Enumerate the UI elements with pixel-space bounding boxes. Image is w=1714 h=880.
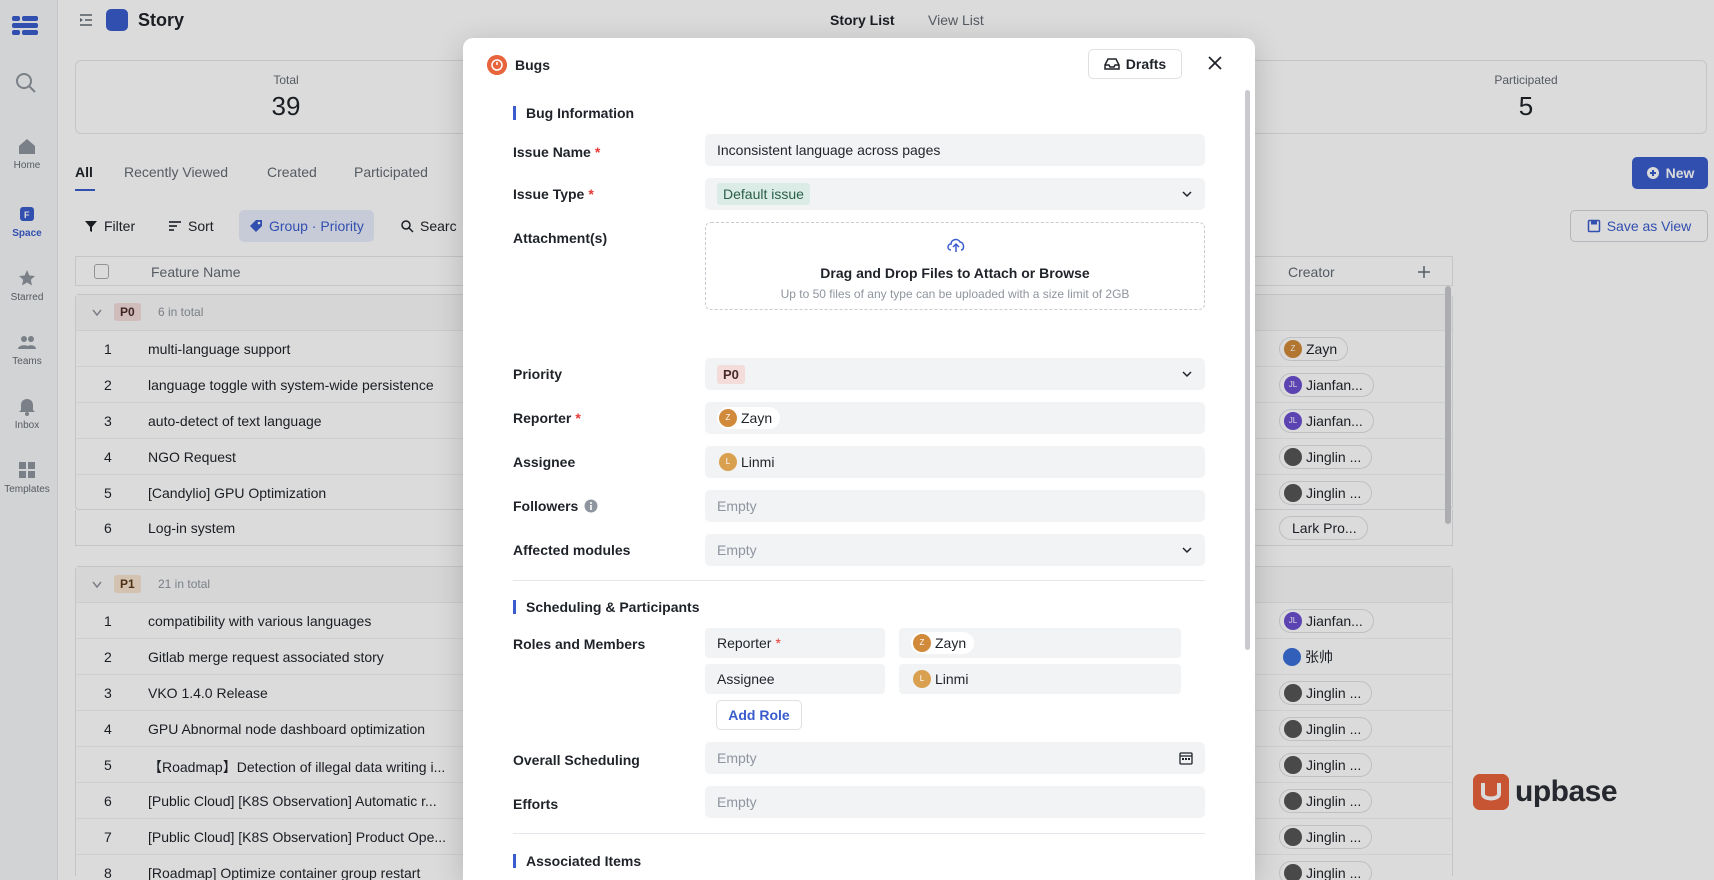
roles-members-label: Roles and Members bbox=[513, 636, 646, 652]
chevron-down-icon bbox=[1182, 191, 1192, 198]
inbox-tray-icon bbox=[1104, 58, 1120, 70]
role-reporter[interactable]: Reporter * bbox=[705, 628, 885, 658]
bug-icon bbox=[487, 55, 507, 75]
role-reporter-member[interactable]: Z Zayn bbox=[899, 628, 1181, 658]
role-assignee-member[interactable]: L Linmi bbox=[899, 664, 1181, 694]
overall-scheduling-label: Overall Scheduling bbox=[513, 752, 640, 768]
divider bbox=[513, 833, 1205, 834]
issue-type-label: Issue Type * bbox=[513, 186, 594, 202]
efforts-label: Efforts bbox=[513, 796, 559, 812]
chevron-down-icon bbox=[1182, 547, 1192, 554]
attachment-dropzone[interactable]: Drag and Drop Files to Attach or Browse … bbox=[705, 222, 1205, 310]
user-chip[interactable]: L Linmi bbox=[717, 451, 782, 473]
followers-field[interactable]: Empty bbox=[705, 490, 1205, 522]
user-chip[interactable]: L Linmi bbox=[911, 668, 976, 690]
dialog-title: Bugs bbox=[515, 57, 550, 73]
bug-create-dialog: Bugs Drafts Bug Information Issue Name * … bbox=[463, 38, 1255, 880]
affected-modules-select[interactable]: Empty bbox=[705, 534, 1205, 566]
dialog-header: Bugs Drafts bbox=[463, 38, 1255, 90]
section-associated-items: Associated Items bbox=[513, 854, 641, 868]
dropzone-hint: Up to 50 files of any type can be upload… bbox=[780, 287, 1130, 301]
overall-scheduling-field[interactable]: Empty bbox=[705, 742, 1205, 774]
calendar-icon[interactable] bbox=[1179, 751, 1193, 765]
assignee-field[interactable]: L Linmi bbox=[705, 446, 1205, 478]
issue-type-tag: Default issue bbox=[717, 183, 810, 205]
issue-name-input[interactable]: Inconsistent language across pages bbox=[705, 134, 1205, 166]
reporter-label: Reporter * bbox=[513, 410, 581, 426]
info-icon[interactable] bbox=[584, 499, 598, 513]
avatar: L bbox=[719, 453, 737, 471]
cloud-upload-icon bbox=[947, 238, 965, 252]
avatar: Z bbox=[913, 634, 931, 652]
avatar: Z bbox=[719, 409, 737, 427]
issue-name-label: Issue Name * bbox=[513, 144, 601, 160]
divider bbox=[513, 580, 1205, 581]
user-chip[interactable]: Z Zayn bbox=[911, 632, 975, 654]
avatar: L bbox=[913, 670, 931, 688]
assignee-label: Assignee bbox=[513, 454, 576, 470]
efforts-field[interactable]: Empty bbox=[705, 786, 1205, 818]
reporter-field[interactable]: Z Zayn bbox=[705, 402, 1205, 434]
chevron-down-icon bbox=[1182, 371, 1192, 378]
affected-modules-label: Affected modules bbox=[513, 542, 631, 558]
attachments-label: Attachment(s) bbox=[513, 230, 608, 246]
dialog-scrollbar[interactable] bbox=[1245, 90, 1250, 650]
followers-label: Followers bbox=[513, 498, 598, 514]
add-role-button[interactable]: Add Role bbox=[716, 700, 802, 730]
drafts-button[interactable]: Drafts bbox=[1088, 49, 1182, 79]
issue-type-select[interactable]: Default issue bbox=[705, 178, 1205, 210]
priority-tag: P0 bbox=[717, 364, 745, 384]
priority-select[interactable]: P0 bbox=[705, 358, 1205, 390]
role-assignee[interactable]: Assignee bbox=[705, 664, 885, 694]
section-bug-information: Bug Information bbox=[513, 106, 634, 120]
dropzone-title[interactable]: Drag and Drop Files to Attach or Browse bbox=[706, 265, 1204, 281]
close-icon[interactable] bbox=[1203, 51, 1227, 75]
priority-label: Priority bbox=[513, 366, 563, 382]
user-chip[interactable]: Z Zayn bbox=[717, 407, 781, 429]
section-scheduling: Scheduling & Participants bbox=[513, 600, 699, 614]
